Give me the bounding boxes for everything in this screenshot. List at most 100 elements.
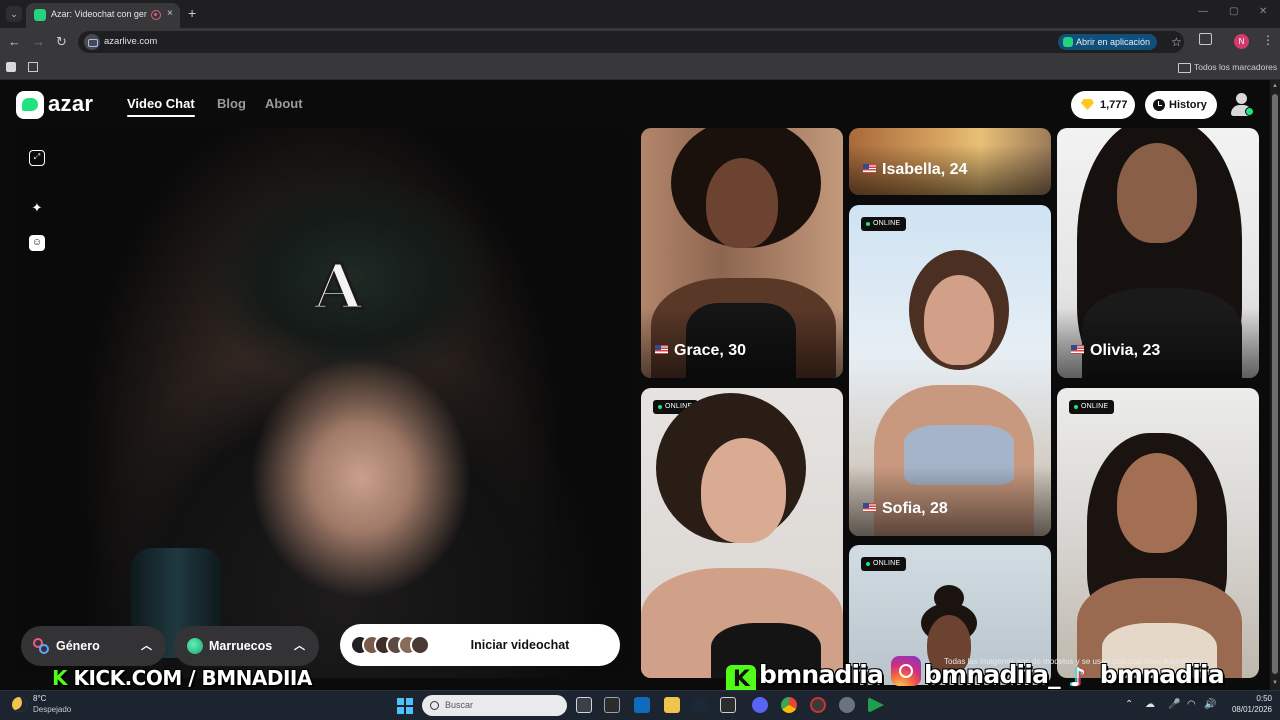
windows-taskbar: 8°C Despejado Buscar ⌃ ☁ 🎤 ◠ 🔊 0:50 08/0… — [0, 690, 1280, 720]
gem-icon — [1081, 99, 1094, 110]
chrome-icon[interactable] — [781, 697, 797, 713]
volume-icon[interactable]: 🔊 — [1204, 699, 1216, 710]
tab-close-button[interactable]: × — [167, 8, 173, 19]
outlook-icon[interactable] — [634, 697, 650, 713]
app-play-icon[interactable] — [868, 697, 884, 713]
cap-logo: A — [312, 249, 363, 325]
profile-card[interactable]: ONLINE — [1057, 388, 1259, 678]
moon-weather-icon[interactable] — [12, 697, 27, 712]
taskbar-date[interactable]: 08/01/2026 — [1222, 705, 1272, 714]
window-restore-button[interactable]: ▢ — [1229, 6, 1238, 17]
azar-page: azar Video Chat Blog About 1,777 History… — [0, 80, 1270, 690]
azar-logo-text[interactable]: azar — [48, 91, 93, 117]
gender-filter-button[interactable]: Género ︿ — [21, 626, 166, 666]
weather-description[interactable]: Despejado — [33, 705, 71, 714]
tab-title: Azar: Videochat con gente — [51, 9, 147, 19]
tiktok-handle: bmnadiia — [1099, 660, 1225, 689]
chevron-up-icon: ︿ — [294, 640, 305, 652]
us-flag-icon — [863, 503, 876, 512]
media-icon[interactable] — [720, 697, 736, 713]
azar-logo-icon[interactable] — [16, 91, 44, 119]
settings-gear-icon[interactable] — [839, 697, 855, 713]
kick-handle: bmnadiia — [759, 660, 884, 689]
apps-grid-icon[interactable] — [28, 62, 38, 72]
profile-card[interactable]: Isabella, 24 — [849, 128, 1051, 195]
obs-icon[interactable] — [810, 697, 826, 713]
reload-icon[interactable]: ↻ — [56, 34, 67, 50]
discord-icon[interactable] — [752, 697, 768, 713]
microphone-icon[interactable]: 🎤 — [1168, 699, 1180, 710]
profile-card[interactable]: ONLINE Sofia, 28 — [849, 205, 1051, 536]
url-text[interactable]: azarlive.com — [104, 36, 157, 47]
back-arrow-icon[interactable]: ← — [8, 34, 21, 50]
open-in-app-button[interactable]: Abrir en aplicación — [1058, 34, 1158, 50]
window-close-button[interactable]: ✕ — [1259, 6, 1267, 17]
profile-name: Sofia, 28 — [863, 500, 948, 518]
gems-count: 1,777 — [1100, 99, 1128, 111]
nav-blog[interactable]: Blog — [217, 96, 246, 111]
history-label: History — [1169, 99, 1207, 111]
forward-arrow-icon[interactable]: → — [32, 34, 45, 50]
face-sticker-icon[interactable]: ☺ — [29, 235, 45, 251]
tiktok-logo-icon: ♪ — [1069, 663, 1087, 690]
history-button[interactable]: History — [1145, 91, 1217, 119]
site-info-icon[interactable] — [84, 34, 100, 50]
sparkle-effects-icon[interactable]: ✦ — [29, 200, 45, 216]
scrollbar-thumb[interactable] — [1272, 94, 1278, 674]
page-scrollbar[interactable]: ▲ ▼ — [1270, 80, 1280, 690]
country-filter-button[interactable]: Marruecos ︿ — [174, 626, 319, 666]
tray-chevron-icon[interactable]: ⌃ — [1125, 699, 1133, 710]
address-bar[interactable]: azarlive.com Abrir en aplicación ☆ — [78, 31, 1184, 53]
profile-name: Isabella, 24 — [863, 161, 967, 179]
window-minimize-button[interactable]: — — [1198, 6, 1208, 17]
store-icon[interactable] — [604, 697, 620, 713]
clock-icon — [1153, 99, 1165, 111]
tab-search-button[interactable]: ⌄ — [6, 6, 22, 22]
profile-card[interactable]: Olivia, 23 — [1057, 128, 1259, 378]
gems-button[interactable]: 1,777 — [1071, 91, 1135, 119]
kick-url-overlay: K KICK.COM / BMNADIIA — [52, 666, 312, 690]
tab-strip: ⌄ Azar: Videochat con gente × + — ▢ ✕ — [0, 0, 1280, 28]
instagram-logo-icon — [891, 656, 922, 686]
start-videochat-button[interactable]: Iniciar videochat — [340, 624, 620, 666]
start-videochat-label: Iniciar videochat — [470, 638, 570, 652]
weather-temperature[interactable]: 8°C — [33, 694, 46, 703]
all-bookmarks-button[interactable]: Todos los marcadores — [1178, 62, 1277, 73]
new-tab-button[interactable]: + — [188, 5, 196, 21]
scroll-up-icon[interactable]: ▲ — [1272, 83, 1278, 89]
us-flag-icon — [1071, 345, 1084, 354]
network-cloud-icon[interactable]: ☁ — [1145, 699, 1155, 710]
browser-tab[interactable]: Azar: Videochat con gente × — [26, 3, 180, 28]
steam-icon[interactable] — [692, 697, 708, 713]
profile-card[interactable]: ONLINE — [641, 388, 843, 678]
kick-k-icon: K — [52, 666, 68, 690]
profile-card[interactable]: Grace, 30 — [641, 128, 843, 378]
recording-indicator-icon — [151, 10, 161, 20]
windows-start-icon[interactable] — [397, 698, 413, 714]
bookmarks-bar: Todos los marcadores — [0, 56, 1280, 80]
extensions-icon[interactable] — [1199, 33, 1212, 45]
profile-avatar[interactable]: N — [1234, 34, 1249, 49]
scroll-down-icon[interactable]: ▼ — [1272, 680, 1278, 686]
fullscreen-icon[interactable]: ⤢ — [29, 150, 45, 166]
nav-about[interactable]: About — [265, 96, 303, 111]
bookmark-star-icon[interactable]: ☆ — [1171, 35, 1182, 49]
kick-logo-icon: K — [726, 665, 756, 690]
browser-menu-icon[interactable]: ⋮ — [1262, 33, 1274, 47]
instagram-handle: bmnadiia_ — [924, 660, 1061, 689]
taskbar-search[interactable]: Buscar — [422, 695, 567, 716]
wifi-icon[interactable]: ◠ — [1187, 699, 1196, 710]
nav-video-chat[interactable]: Video Chat — [127, 96, 195, 117]
browser-toolbar: ← → ↻ azarlive.com Abrir en aplicación ☆… — [0, 28, 1280, 56]
chevron-up-icon: ︿ — [141, 640, 152, 652]
bookmark-app-icon[interactable] — [6, 62, 16, 72]
profile-name: Grace, 30 — [655, 342, 746, 360]
user-profile-icon[interactable] — [1230, 92, 1254, 118]
file-explorer-icon[interactable] — [664, 697, 680, 713]
task-view-icon[interactable] — [576, 697, 592, 713]
self-camera-video: A ⤢ ✦ ☺ — [11, 128, 631, 678]
taskbar-time[interactable]: 0:50 — [1232, 694, 1272, 703]
us-flag-icon — [863, 164, 876, 173]
country-label: Marruecos — [209, 639, 273, 653]
us-flag-icon — [655, 345, 668, 354]
